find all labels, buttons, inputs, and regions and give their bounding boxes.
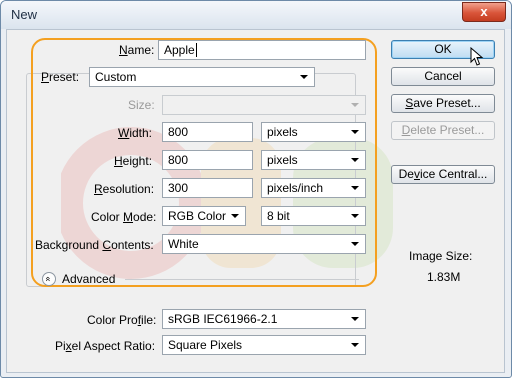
preset-label: Preset: [41,70,80,84]
size-select[interactable] [162,95,366,115]
close-button[interactable]: x [462,2,506,22]
resolution-label: Resolution: [94,182,155,196]
chevron-down-icon [351,317,359,321]
chevron-down-icon [300,75,308,79]
chevron-down-icon [231,214,239,218]
advanced-toggle-label[interactable]: Advanced [62,272,115,286]
pixel-aspect-ratio-select[interactable]: Square Pixels [162,335,366,355]
color-profile-label: Color Profile: [87,313,157,327]
background-contents-label: Background Contents: [35,238,154,252]
bit-depth-select[interactable]: 8 bit [261,206,366,226]
chevron-down-icon [351,214,359,218]
chevron-down-icon [351,130,359,134]
width-input[interactable]: 800 [162,122,253,142]
name-input[interactable]: Apple [158,40,366,60]
title-bar: New x [1,1,511,29]
mouse-pointer-icon [470,47,484,66]
save-preset-button[interactable]: Save Preset... [391,94,495,113]
chevron-down-icon [351,343,359,347]
height-unit-select[interactable]: pixels [261,150,366,170]
color-mode-select[interactable]: RGB Color [162,206,246,226]
resolution-unit-select[interactable]: pixels/inch [261,178,366,198]
height-input[interactable]: 800 [162,150,253,170]
delete-preset-button[interactable]: Delete Preset... [391,121,495,140]
close-icon: x [480,4,488,19]
height-label: Height: [114,154,153,168]
color-profile-select[interactable]: sRGB IEC61966-2.1 [162,309,366,329]
color-mode-label: Color Mode: [91,210,157,224]
size-label: Size: [128,98,155,112]
device-central-button[interactable]: Device Central... [391,165,495,184]
window-title: New [11,7,38,22]
cancel-button[interactable]: Cancel [391,67,495,86]
advanced-divider [125,279,359,280]
image-size-label: Image Size: [409,249,473,263]
preset-select[interactable]: Custom [89,67,315,87]
width-unit-select[interactable]: pixels [261,122,366,142]
background-contents-select[interactable]: White [162,234,366,254]
new-document-dialog: New x Name: Apple Preset: Custom Size: W… [0,0,512,378]
chevron-down-icon [351,186,359,190]
chevron-down-icon [351,103,359,107]
pixel-aspect-ratio-label: Pixel Aspect Ratio: [55,339,156,353]
resolution-input[interactable]: 300 [162,178,253,198]
width-label: Width: [118,126,153,140]
chevron-down-icon [351,158,359,162]
chevron-down-icon [351,242,359,246]
image-size-value: 1.83M [427,270,461,284]
chevron-up-double-icon[interactable]: « [42,272,56,286]
name-label: Name: [119,43,155,57]
dialog-body: Name: Apple Preset: Custom Size: Width: … [6,29,505,373]
